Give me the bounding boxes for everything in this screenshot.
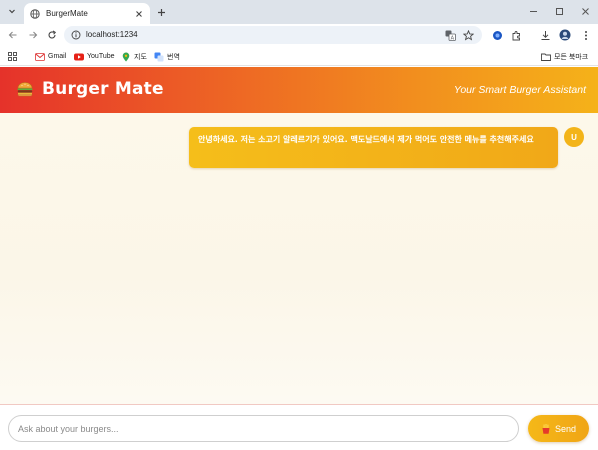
tab-title: BurgerMate [46, 9, 88, 18]
brand: Burger Mate [16, 79, 164, 99]
downloads-button[interactable] [538, 28, 552, 42]
extension-badge-icon [492, 30, 502, 40]
maximize-button[interactable] [552, 4, 566, 18]
bookmarks-bar: Gmail YouTube 지도 번역 모든 북마크 [0, 46, 598, 66]
browser-tabstrip: BurgerMate [0, 0, 598, 24]
minimize-icon [529, 10, 537, 12]
youtube-icon [74, 52, 84, 62]
bookmark-label: YouTube [87, 53, 115, 60]
globe-icon [30, 8, 40, 19]
tab-search-button[interactable] [4, 3, 20, 19]
bookmark-youtube[interactable]: YouTube [74, 51, 115, 62]
chat-composer: Send [0, 404, 598, 450]
send-button[interactable]: Send [528, 415, 589, 442]
minimize-button[interactable] [526, 4, 540, 18]
download-icon [541, 30, 549, 40]
burger-icon [17, 82, 33, 97]
address-bar[interactable]: localhost:1234 A [64, 26, 482, 44]
all-bookmarks-label: 모든 북마크 [554, 53, 589, 61]
bookmark-maps[interactable]: 지도 [121, 51, 147, 62]
new-tab-button[interactable] [154, 5, 168, 19]
puzzle-icon [512, 30, 520, 40]
bookmark-translate[interactable]: 번역 [154, 51, 180, 62]
reload-icon [48, 30, 57, 39]
back-button[interactable] [6, 28, 20, 42]
profile-avatar-icon [559, 29, 571, 41]
bookmark-gmail[interactable]: Gmail [35, 51, 66, 62]
gmail-icon [35, 52, 45, 62]
bookmark-star-icon[interactable] [462, 29, 474, 41]
user-message-bubble: 안녕하세요. 저는 소고기 알레르기가 있어요. 맥도날드에서 제가 먹어도 안… [189, 127, 558, 168]
close-icon [581, 7, 589, 15]
app-header: Burger Mate Your Smart Burger Assistant [0, 67, 598, 113]
profile-button[interactable] [558, 28, 572, 42]
browser-tab[interactable]: BurgerMate [24, 3, 150, 24]
bookmark-label: 지도 [134, 53, 147, 61]
close-window-button[interactable] [578, 4, 592, 18]
chat-messages[interactable]: 안녕하세요. 저는 소고기 알레르기가 있어요. 맥도날드에서 제가 먹어도 안… [0, 113, 598, 404]
apps-button[interactable] [8, 51, 17, 62]
bookmark-label: 번역 [167, 53, 180, 61]
extension-button[interactable] [490, 28, 504, 42]
user-avatar: U [564, 127, 584, 147]
arrow-left-icon [8, 31, 17, 39]
folder-icon [541, 52, 551, 62]
translate-page-icon[interactable]: A [444, 29, 456, 41]
tab-close-icon[interactable] [134, 9, 144, 19]
apps-grid-icon [8, 52, 17, 61]
kebab-menu-icon [585, 30, 587, 40]
chat-input[interactable] [8, 415, 519, 442]
app-tagline: Your Smart Burger Assistant [453, 84, 586, 96]
svg-text:A: A [450, 35, 454, 41]
site-info-icon[interactable] [70, 29, 82, 41]
send-label: Send [554, 423, 577, 434]
forward-button[interactable] [26, 28, 40, 42]
message-text: 안녕하세요. 저는 소고기 알레르기가 있어요. 맥도날드에서 제가 먹어도 안… [198, 135, 534, 144]
extensions-menu-button[interactable] [509, 28, 523, 42]
chevron-down-icon [9, 9, 15, 14]
fries-icon [541, 423, 551, 434]
browser-menu-button[interactable] [579, 28, 593, 42]
browser-toolbar: localhost:1234 A [0, 24, 598, 46]
reload-button[interactable] [45, 28, 59, 42]
all-bookmarks[interactable]: 모든 북마크 [541, 51, 588, 62]
translate-icon [154, 52, 164, 62]
arrow-right-icon [29, 31, 38, 39]
maximize-icon [555, 7, 563, 15]
maps-icon [121, 52, 131, 62]
app-title: Burger Mate [42, 79, 164, 99]
bookmark-label: Gmail [48, 53, 67, 60]
plus-icon [157, 8, 165, 16]
url-text: localhost:1234 [86, 30, 138, 39]
